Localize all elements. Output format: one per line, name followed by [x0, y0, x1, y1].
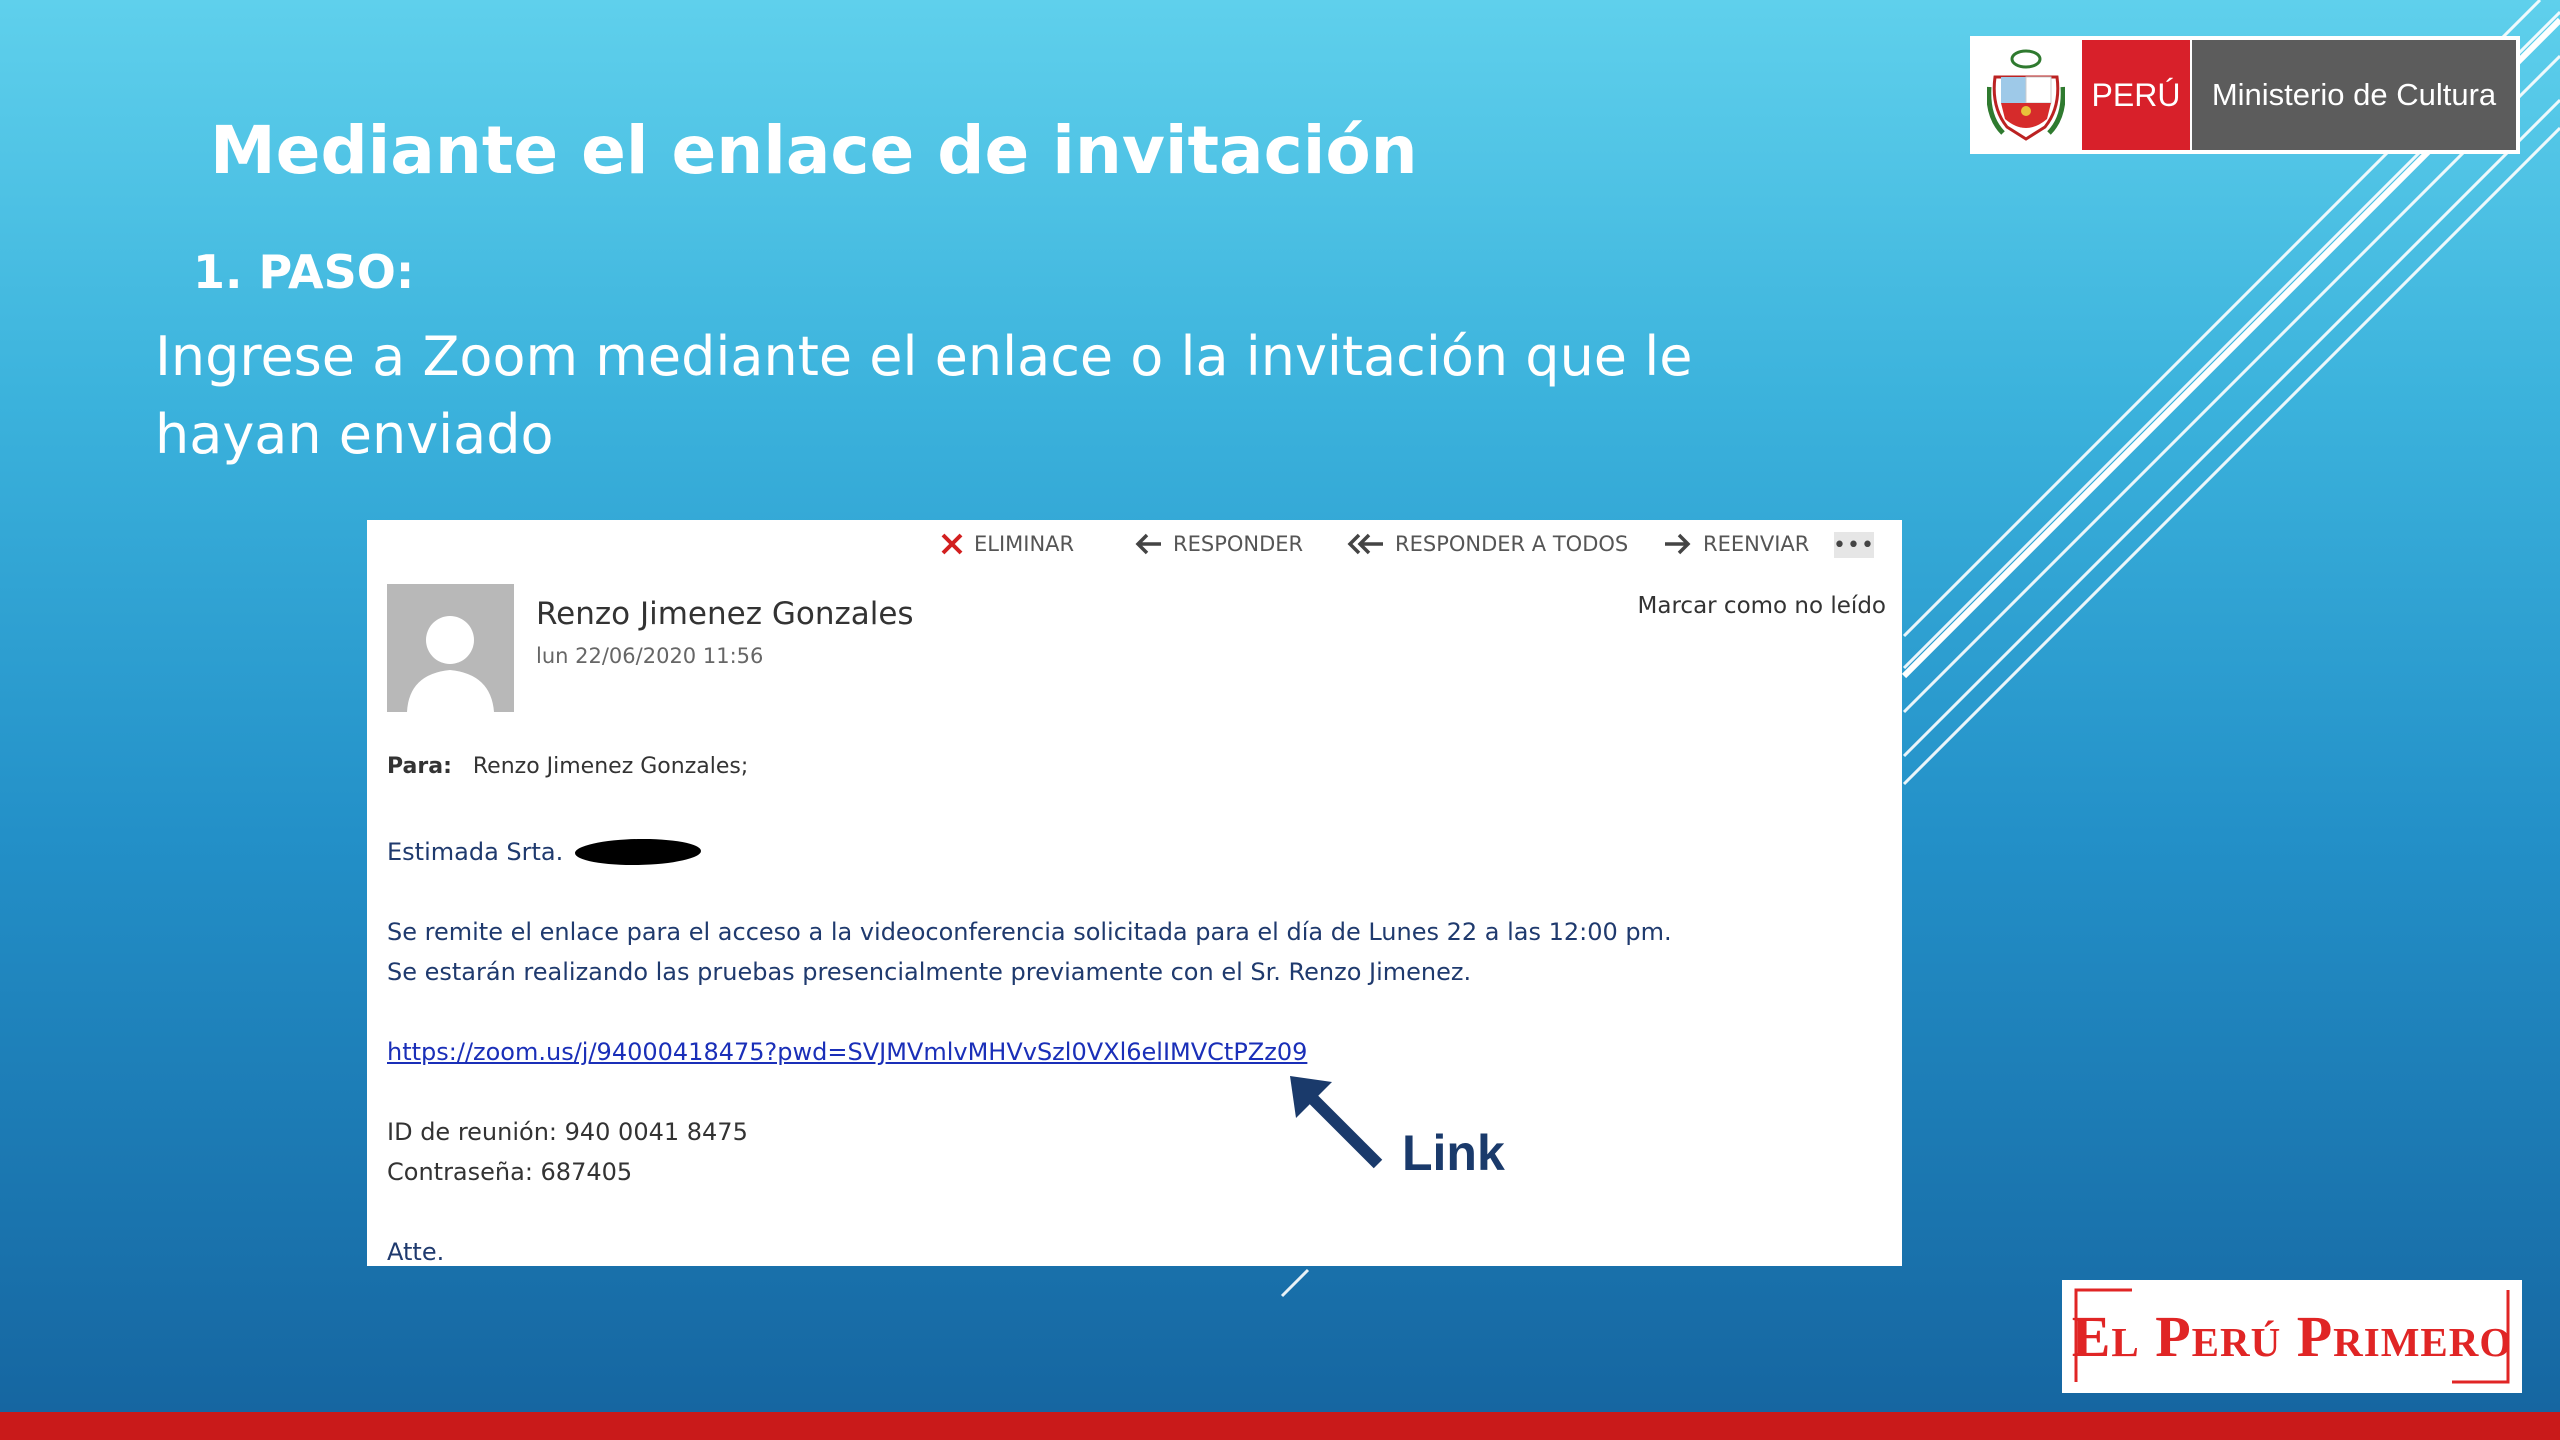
- sender-name: Renzo Jimenez Gonzales: [536, 596, 914, 632]
- to-value: Renzo Jimenez Gonzales;: [472, 754, 749, 779]
- mark-unread-link[interactable]: Marcar como no leído: [1638, 593, 1886, 619]
- step-label: 1. PASO:: [193, 245, 415, 299]
- more-options-button[interactable]: •••: [1833, 532, 1874, 558]
- reply-all-button[interactable]: RESPONDER A TODOS: [1347, 532, 1628, 556]
- delete-label: ELIMINAR: [974, 532, 1075, 556]
- meeting-password: Contraseña: 687405: [387, 1158, 633, 1186]
- close-x-icon: [940, 532, 964, 556]
- link-annotation-label: Link: [1402, 1125, 1505, 1181]
- reply-all-label: RESPONDER A TODOS: [1395, 532, 1629, 556]
- body-line: Se estarán realizando las pruebas presen…: [387, 958, 1472, 986]
- redacted-name: [574, 837, 702, 867]
- body-line: Se remite el enlace para el acceso a la …: [387, 918, 1672, 946]
- instruction-text: Ingrese a Zoom mediante el enlace o la i…: [155, 325, 1693, 466]
- zoom-meeting-link[interactable]: https://zoom.us/j/94000418475?pwd=SVJMVm…: [387, 1038, 1307, 1066]
- arrow-right-icon: [1663, 532, 1693, 556]
- peru-coat-of-arms-icon: [1970, 36, 2082, 154]
- reply-button[interactable]: RESPONDER: [1133, 532, 1303, 556]
- slide-title: Mediante el enlace de invitación: [210, 112, 1418, 189]
- email-toolbar: ELIMINAR RESPONDER RESPONDER A TODOS REE…: [367, 526, 1902, 570]
- signoff: Atte.: [387, 1238, 445, 1266]
- to-label: Para:: [387, 754, 452, 779]
- double-arrow-left-icon: [1347, 532, 1385, 556]
- reply-label: RESPONDER: [1173, 532, 1304, 556]
- arrow-pointer-icon: [1290, 1076, 1383, 1169]
- ministry-label: Ministerio de Cultura: [2192, 40, 2516, 150]
- forward-label: REENVIAR: [1703, 532, 1810, 556]
- greeting-line: Estimada Srta.: [387, 837, 702, 867]
- arrow-left-icon: [1133, 532, 1163, 556]
- country-label: PERÚ: [2082, 40, 2190, 150]
- forward-button[interactable]: REENVIAR: [1663, 532, 1809, 556]
- recipient-row: Para: Renzo Jimenez Gonzales;: [387, 754, 748, 779]
- greeting-text: Estimada Srta.: [387, 838, 564, 866]
- el-peru-primero-logo: El Perú Primero: [2062, 1280, 2522, 1393]
- ministry-logo: PERÚ Ministerio de Cultura: [1970, 36, 2520, 154]
- email-date: lun 22/06/2020 11:56: [536, 644, 764, 668]
- email-panel: ELIMINAR RESPONDER RESPONDER A TODOS REE…: [367, 520, 1902, 1266]
- avatar: [387, 584, 514, 712]
- meeting-id: ID de reunión: 940 0041 8475: [387, 1118, 748, 1146]
- delete-button[interactable]: ELIMINAR: [940, 532, 1074, 556]
- bottom-bar: [0, 1412, 2560, 1440]
